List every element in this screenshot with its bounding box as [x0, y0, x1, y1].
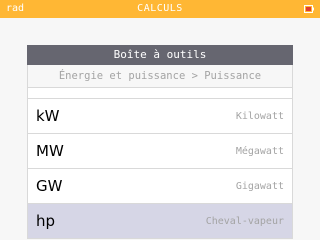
- breadcrumb: Énergie et puissance > Puissance: [27, 65, 293, 87]
- battery-icon: [304, 5, 314, 13]
- unit-name: Kilowatt: [235, 111, 284, 122]
- list-item-megawatt[interactable]: MW Mégawatt: [27, 134, 293, 169]
- list-item-horsepower[interactable]: hp Cheval-vapeur: [27, 204, 293, 239]
- unit-name: Gigawatt: [235, 181, 284, 192]
- unit-symbol: kW: [36, 107, 60, 125]
- status-bar: rad CALCULS: [0, 0, 320, 18]
- unit-name: Mégawatt: [235, 146, 284, 157]
- unit-symbol: MW: [36, 142, 64, 160]
- unit-list: kW Kilowatt MW Mégawatt GW Gigawatt hp C…: [27, 99, 293, 239]
- unit-name: Cheval-vapeur: [205, 216, 284, 227]
- unit-symbol: hp: [36, 212, 56, 230]
- app-title: CALCULS: [137, 3, 183, 14]
- toolbox-title: Boîte à outils: [27, 45, 293, 65]
- unit-symbol: GW: [36, 177, 63, 195]
- list-item-kilowatt[interactable]: kW Kilowatt: [27, 99, 293, 134]
- list-item-gigawatt[interactable]: GW Gigawatt: [27, 169, 293, 204]
- list-top-spacer: [27, 87, 293, 99]
